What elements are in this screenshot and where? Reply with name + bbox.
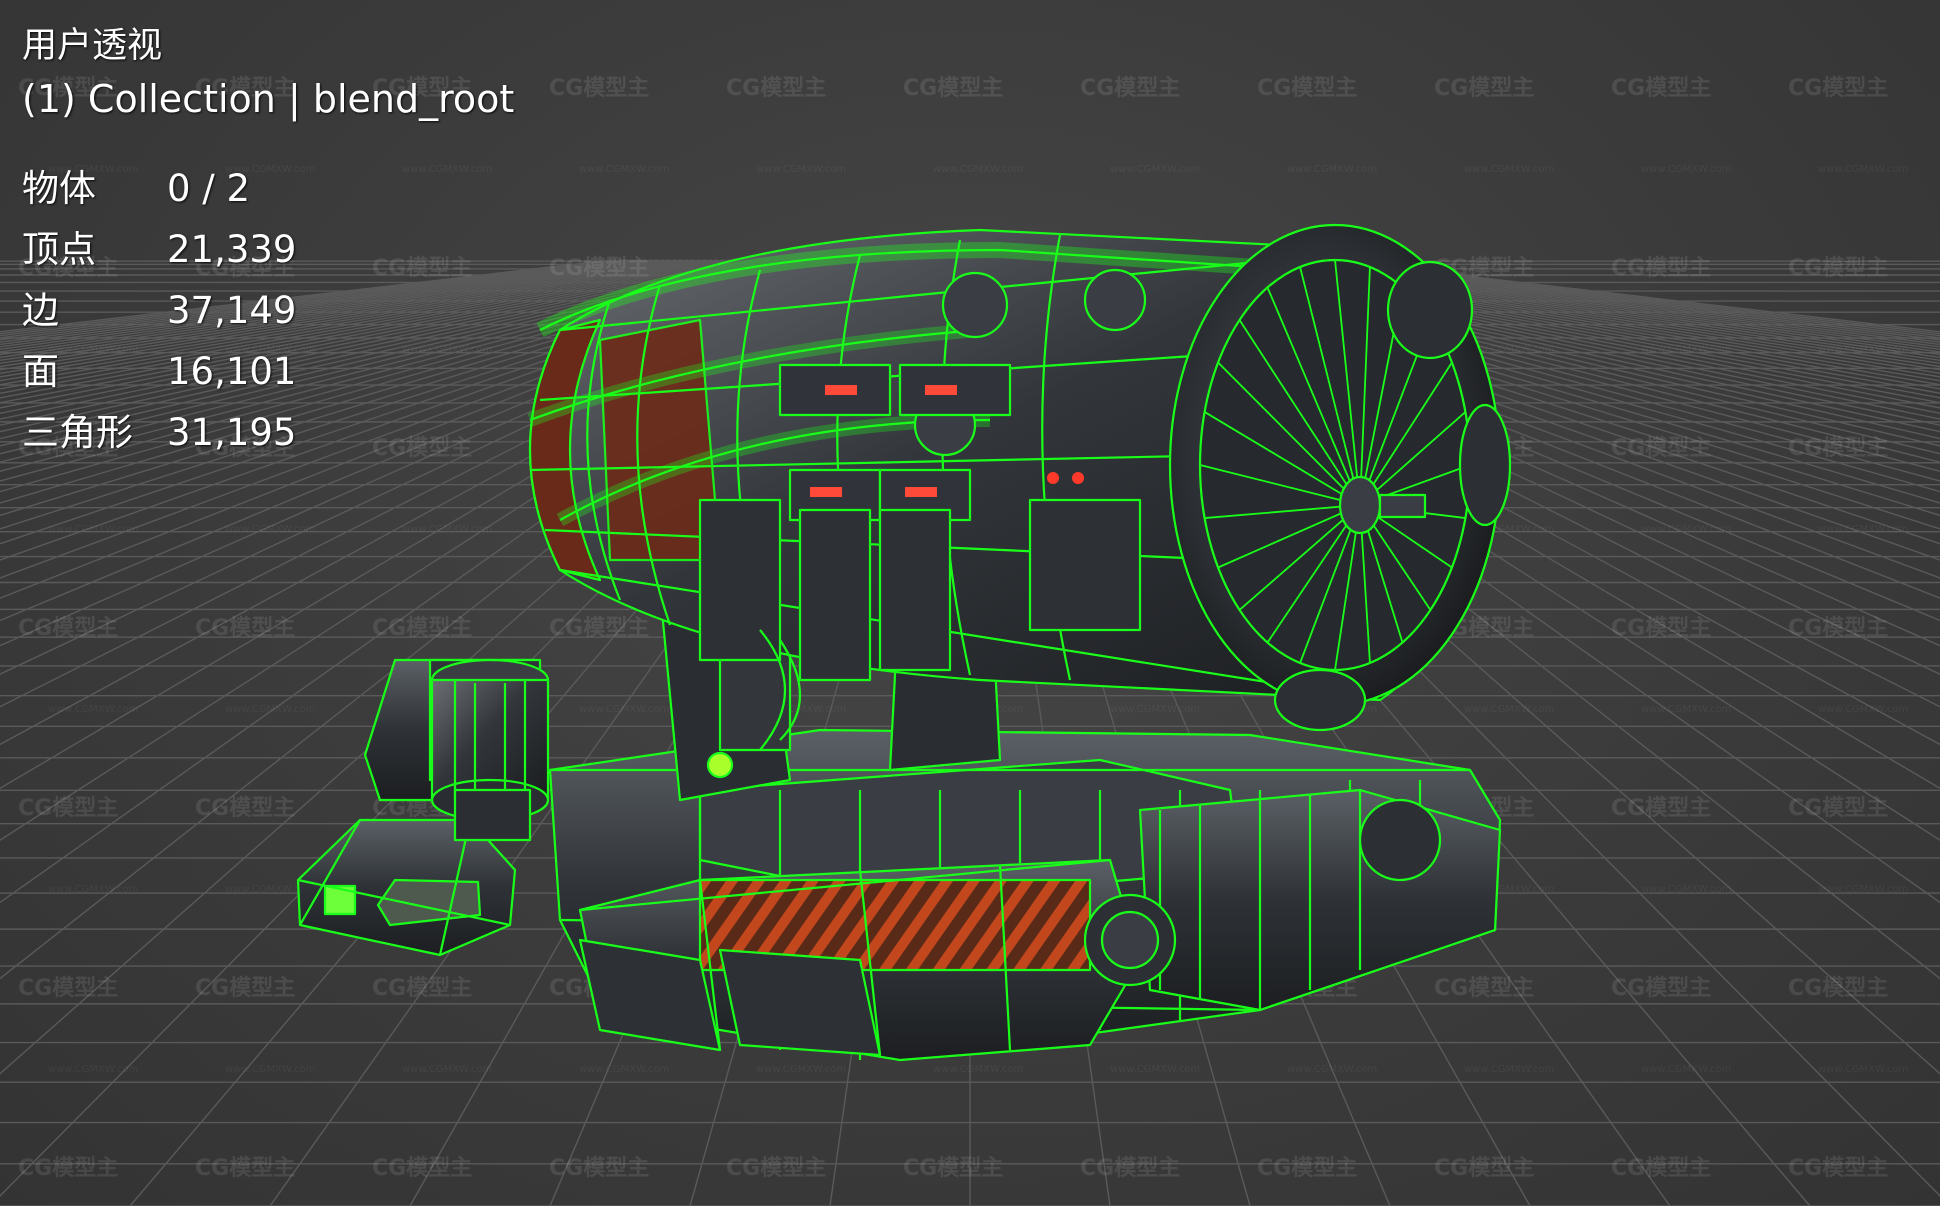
watermark-text: CG模型主 (726, 76, 826, 101)
front-step[interactable] (578, 858, 1142, 1062)
stat-label: 面 (22, 350, 59, 393)
scene-statistics: 物体 0 / 2 顶点 21,339 边 37,149 面 16,101 三角形… (22, 158, 514, 463)
watermark-text: CG模型主 (1257, 1156, 1357, 1181)
watermark-text: CG模型主 (18, 616, 118, 641)
watermark-url: www.CGMXW.com (579, 164, 669, 175)
watermark-text: CG模型主 (549, 256, 649, 281)
watermark-url: www.CGMXW.com (756, 164, 846, 175)
watermark-text: CG模型主 (1788, 1156, 1888, 1181)
watermark-url: www.CGMXW.com (1818, 164, 1908, 175)
watermark-text: CG模型主 (18, 1156, 118, 1181)
watermark-text: CG模型主 (1434, 976, 1534, 1001)
watermark-url: www.CGMXW.com (1287, 164, 1377, 175)
stat-label: 边 (22, 289, 59, 332)
watermark-text: CG模型主 (1611, 1156, 1711, 1181)
stat-label: 顶点 (22, 228, 96, 271)
watermark-text: CG模型主 (726, 1156, 826, 1181)
watermark-url: www.CGMXW.com (1464, 704, 1554, 715)
watermark-text: CG模型主 (195, 796, 295, 821)
watermark-url: www.CGMXW.com (933, 164, 1023, 175)
watermark-url: www.CGMXW.com (1818, 1064, 1908, 1075)
watermark-text: CG模型主 (195, 1156, 295, 1181)
watermark-text: CG模型主 (1611, 256, 1711, 281)
watermark-url: www.CGMXW.com (1818, 884, 1908, 895)
watermark-url: www.CGMXW.com (1641, 704, 1731, 715)
watermark-text: CG模型主 (372, 976, 472, 1001)
watermark-text: CG模型主 (1611, 796, 1711, 821)
watermark-url: www.CGMXW.com (933, 1064, 1023, 1075)
stat-value: 37,149 (167, 289, 297, 332)
watermark-url: www.CGMXW.com (1464, 164, 1554, 175)
watermark-text: CG模型主 (1434, 76, 1534, 101)
watermark-text: CG模型主 (549, 616, 649, 641)
watermark-url: www.CGMXW.com (1818, 704, 1908, 715)
watermark-text: CG模型主 (1788, 616, 1888, 641)
stat-row-objects: 物体 0 / 2 (22, 158, 514, 219)
watermark-text: CG模型主 (1080, 1156, 1180, 1181)
watermark-text: CG模型主 (372, 616, 472, 641)
watermark-url: www.CGMXW.com (48, 704, 138, 715)
viewport-text-overlay: 用户透视 (1) Collection | blend_root 物体 0 / … (22, 22, 514, 463)
watermark-url: www.CGMXW.com (1818, 524, 1908, 535)
watermark-url: www.CGMXW.com (1641, 344, 1731, 355)
watermark-url: www.CGMXW.com (225, 1064, 315, 1075)
watermark-text: CG模型主 (903, 76, 1003, 101)
watermark-url: www.CGMXW.com (1641, 884, 1731, 895)
watermark-url: www.CGMXW.com (225, 704, 315, 715)
watermark-text: CG模型主 (1788, 436, 1888, 461)
watermark-text: CG模型主 (1788, 256, 1888, 281)
view-name-label: 用户透视 (22, 26, 163, 66)
watermark-url: www.CGMXW.com (579, 1064, 669, 1075)
watermark-text: CG模型主 (903, 1156, 1003, 1181)
watermark-url: www.CGMXW.com (402, 524, 492, 535)
watermark-url: www.CGMXW.com (225, 524, 315, 535)
watermark-url: www.CGMXW.com (48, 884, 138, 895)
watermark-url: www.CGMXW.com (402, 1064, 492, 1075)
watermark-text: CG模型主 (195, 976, 295, 1001)
stat-label: 物体 (22, 167, 96, 210)
watermark-text: CG模型主 (18, 976, 118, 1001)
watermark-url: www.CGMXW.com (1110, 1064, 1200, 1075)
watermark-text: CG模型主 (195, 616, 295, 641)
stat-value: 21,339 (167, 228, 297, 271)
watermark-text: CG模型主 (549, 1156, 649, 1181)
watermark-text: CG模型主 (1788, 76, 1888, 101)
watermark-text: CG模型主 (549, 76, 649, 101)
stat-value: 0 / 2 (167, 167, 251, 210)
watermark-url: www.CGMXW.com (1641, 164, 1731, 175)
watermark-text: CG模型主 (1788, 796, 1888, 821)
collection-label: (1) Collection | blend_root (22, 77, 515, 121)
watermark-text: CG模型主 (1257, 76, 1357, 101)
watermark-url: www.CGMXW.com (48, 524, 138, 535)
stat-label: 三角形 (22, 411, 133, 454)
watermark-url: www.CGMXW.com (756, 1064, 846, 1075)
watermark-url: www.CGMXW.com (1287, 1064, 1377, 1075)
watermark-url: www.CGMXW.com (48, 1064, 138, 1075)
watermark-text: CG模型主 (1611, 436, 1711, 461)
watermark-url: www.CGMXW.com (1641, 1064, 1731, 1075)
watermark-text: CG模型主 (1611, 976, 1711, 1001)
stat-row-edges: 边 37,149 (22, 280, 514, 341)
stat-value: 16,101 (167, 350, 297, 393)
stat-row-triangles: 三角形 31,195 (22, 402, 514, 463)
watermark-url: www.CGMXW.com (579, 704, 669, 715)
watermark-url: www.CGMXW.com (1110, 704, 1200, 715)
watermark-text: CG模型主 (1788, 976, 1888, 1001)
console-knob[interactable] (430, 658, 550, 842)
stat-row-vertices: 顶点 21,339 (22, 219, 514, 280)
watermark-text: CG模型主 (18, 796, 118, 821)
stat-row-faces: 面 16,101 (22, 341, 514, 402)
stat-value: 31,195 (167, 411, 297, 454)
watermark-text: CG模型主 (1080, 76, 1180, 101)
watermark-url: www.CGMXW.com (1641, 524, 1731, 535)
3d-viewport[interactable]: CG模型主 www.CGMXW.com CG模型主 www.CGMXW.com CG模型… (0, 0, 1940, 1206)
watermark-text: CG模型主 (1611, 76, 1711, 101)
watermark-text: CG模型主 (372, 1156, 472, 1181)
watermark-url: www.CGMXW.com (1464, 1064, 1554, 1075)
watermark-text: CG模型主 (1611, 616, 1711, 641)
watermark-url: www.CGMXW.com (1110, 164, 1200, 175)
watermark-url: www.CGMXW.com (1818, 344, 1908, 355)
watermark-text: CG模型主 (1434, 1156, 1534, 1181)
